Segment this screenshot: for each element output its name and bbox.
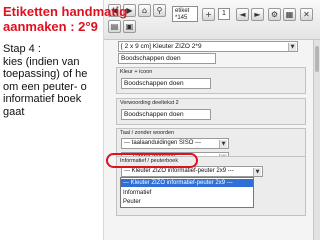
kleur-input[interactable]: Boodschappen doen [121,78,211,89]
slide-title: Etiketten handmatig aanmaken : 2°9 [3,4,153,34]
taal-select-value: --- taalaanduidingen SISO --- [124,140,202,146]
label-field[interactable]: etiket *145 [172,6,198,22]
arrow-right-button[interactable]: ► [251,8,264,21]
chevron-down-icon[interactable]: ▼ [288,43,296,51]
scrollbar[interactable] [313,40,320,240]
panel-verwoording: Verwoording deeltekst 2 Boodschappen doe… [116,98,306,125]
slide-title-line2: aanmaken : 2°9 [3,19,98,34]
panel-label: Kleur + icoon [120,69,153,75]
step-line: Stap 4 : [3,43,41,55]
dropdown-option[interactable]: Peuter [121,198,253,206]
recipe-select-value: [ 2 x 9 cm] Kleuter ZIZO 2*9 [121,43,202,50]
step-line: gaat [3,105,25,118]
chevron-down-icon[interactable]: ▼ [253,168,261,176]
scroll-thumb[interactable] [315,46,319,72]
dropdown-option[interactable]: Informatief [121,189,253,197]
top-text-field[interactable]: Boodschappen doen [118,53,216,64]
dropdown-option[interactable]: --- Kleuter ZIZO informatief-peuter 2x9 … [121,179,253,187]
step-line: toepassing) of he [3,68,88,81]
step-line: informatief boek [3,93,82,106]
taal-select[interactable]: --- taalaanduidingen SISO --- ▼ [121,138,229,149]
informatief-dropdown-list: --- Kleuter ZIZO informatief-peuter 2x9 … [120,177,254,208]
panel-label: Verwoording deeltekst 2 [120,100,179,106]
panel-label: Taal / zonder woorden [120,130,175,136]
close-icon[interactable]: ✕ [300,8,313,21]
step-line: om een peuter- o [3,80,87,93]
grid-icon[interactable]: ▦ [283,8,296,21]
step-instructions: Stap 4 : kies (indien van toepassing) of… [3,43,103,119]
settings-icon[interactable]: ⚙ [268,8,281,21]
verwoording-input[interactable]: Boodschappen doen [121,109,211,120]
panel-kleur-icoon: Kleur + icoon Boodschappen doen [116,67,306,94]
arrow-left-button[interactable]: ◄ [236,8,249,21]
add-button[interactable]: + [202,8,215,21]
count-field[interactable]: 1 [218,8,230,20]
recipe-select[interactable]: [ 2 x 9 cm] Kleuter ZIZO 2*9 ▼ [118,41,298,52]
search-icon[interactable]: ⚲ [153,4,166,17]
slide-title-line1: Etiketten handmatig [3,4,128,19]
chevron-down-icon[interactable]: ▼ [219,140,227,148]
highlight-circle [106,153,198,168]
step-line: kies (indien van [3,55,80,68]
label-editor-app: ◀ ▶ ⌂ ⚲ ▤ ▣ etiket *145 + 1 ◄ ► ⚙ ▦ ✕ [ … [103,0,320,240]
informatief-select-value: --- Kleuter ZIZO informatief-peuter 2x9 … [124,168,234,174]
